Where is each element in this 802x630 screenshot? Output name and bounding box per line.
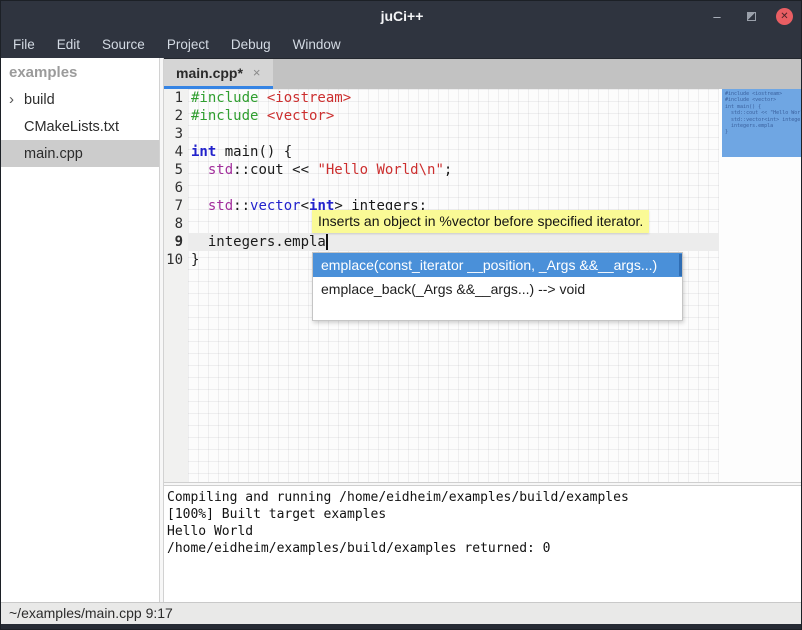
code-token: std bbox=[208, 198, 233, 214]
code-token: #include bbox=[191, 90, 267, 106]
output-line-3: /home/eidheim/examples/build/examples re… bbox=[167, 540, 802, 557]
close-button[interactable]: ✕ bbox=[776, 8, 793, 25]
window-buttons: – ✕ bbox=[708, 1, 793, 31]
code-text-area[interactable]: #include <iostream>#include <vector> int … bbox=[188, 89, 719, 482]
code-token: int bbox=[191, 144, 216, 160]
menu-file[interactable]: File bbox=[2, 31, 46, 58]
text-cursor bbox=[326, 234, 328, 250]
sidebar-item-cmakelists-txt[interactable]: CMakeLists.txt bbox=[1, 113, 159, 140]
tab-label: main.cpp* bbox=[176, 65, 243, 81]
code-token: vector bbox=[250, 198, 301, 214]
code-token: integers.empla bbox=[191, 234, 326, 250]
minimap-visible-region[interactable]: #include <iostream>#include <vector>int … bbox=[722, 89, 801, 157]
line-number-4: 4 bbox=[164, 143, 183, 161]
code-line-2: #include <vector> bbox=[188, 107, 719, 125]
tab-main-cpp[interactable]: main.cpp* × bbox=[164, 59, 273, 89]
code-token: <vector> bbox=[267, 108, 334, 124]
code-token: ::cout << bbox=[233, 162, 317, 178]
line-number-8: 8 bbox=[164, 215, 183, 233]
output-line-0: Compiling and running /home/eidheim/exam… bbox=[167, 489, 802, 506]
tab-close-icon[interactable]: × bbox=[253, 65, 261, 80]
code-line-3 bbox=[188, 125, 719, 143]
project-name-header: examples bbox=[1, 58, 159, 86]
code-token: <iostream> bbox=[267, 90, 351, 106]
source-minimap[interactable]: #include <iostream>#include <vector>int … bbox=[719, 89, 802, 482]
restore-icon bbox=[747, 12, 756, 21]
build-output-panel[interactable]: Compiling and running /home/eidheim/exam… bbox=[164, 486, 802, 602]
tab-bar: main.cpp* × bbox=[164, 58, 802, 89]
code-token: ; bbox=[444, 162, 452, 178]
file-tree-panel: examples ›build CMakeLists.txt main.cpp bbox=[1, 58, 159, 602]
code-editor[interactable]: 12345678910 #include <iostream>#include … bbox=[164, 89, 802, 482]
line-number-1: 1 bbox=[164, 89, 183, 107]
sidebar-item-main-cpp[interactable]: main.cpp bbox=[1, 140, 159, 167]
menu-source[interactable]: Source bbox=[91, 31, 156, 58]
code-token: std bbox=[208, 162, 233, 178]
autocomplete-item-1[interactable]: emplace_back(_Args &&__args...) --> void bbox=[313, 277, 682, 301]
line-number-3: 3 bbox=[164, 125, 183, 143]
code-token bbox=[191, 162, 208, 178]
code-line-5: std::cout << "Hello World\n"; bbox=[188, 161, 719, 179]
menu-window[interactable]: Window bbox=[282, 31, 352, 58]
title-bar[interactable]: juCi++ – ✕ bbox=[1, 1, 802, 31]
output-line-1: [100%] Built target examples bbox=[167, 506, 802, 523]
code-line-9: integers.empla bbox=[188, 233, 719, 251]
sidebar-item-build[interactable]: ›build bbox=[1, 86, 159, 113]
output-line-2: Hello World bbox=[167, 523, 802, 540]
tree-item-label: CMakeLists.txt bbox=[24, 119, 119, 135]
status-cursor-position: 9:17 bbox=[146, 605, 173, 621]
code-token: "Hello World\n" bbox=[317, 162, 443, 178]
code-token: main() { bbox=[216, 144, 292, 160]
window-title: juCi++ bbox=[1, 8, 802, 24]
minimize-button[interactable]: – bbox=[708, 7, 726, 25]
menu-edit[interactable]: Edit bbox=[46, 31, 91, 58]
status-bar: ~/examples/main.cpp 9:17 bbox=[1, 602, 802, 624]
line-number-5: 5 bbox=[164, 161, 183, 179]
line-number-2: 2 bbox=[164, 107, 183, 125]
line-number-10: 10 bbox=[164, 251, 183, 269]
tree-item-label: build bbox=[24, 92, 55, 108]
minimap-line-10: } bbox=[725, 129, 801, 135]
code-lines: #include <iostream>#include <vector> int … bbox=[188, 89, 719, 269]
tree-item-label: main.cpp bbox=[24, 146, 83, 162]
minimap-line-5: std::cout << "Hello World\n"; bbox=[725, 110, 801, 116]
menu-bar: FileEditSourceProjectDebugWindow bbox=[1, 31, 802, 58]
autocomplete-popup[interactable]: emplace(const_iterator __position, _Args… bbox=[312, 252, 683, 321]
doc-tooltip: Inserts an object in %vector before spec… bbox=[312, 210, 649, 233]
chevron-right-icon[interactable]: › bbox=[9, 93, 24, 107]
line-number-7: 7 bbox=[164, 197, 183, 215]
line-number-gutter: 12345678910 bbox=[164, 89, 188, 482]
code-line-6 bbox=[188, 179, 719, 197]
code-token: :: bbox=[233, 198, 250, 214]
status-file-path: ~/examples/main.cpp bbox=[9, 605, 142, 621]
code-line-1: #include <iostream> bbox=[188, 89, 719, 107]
line-number-6: 6 bbox=[164, 179, 183, 197]
autocomplete-item-0[interactable]: emplace(const_iterator __position, _Args… bbox=[313, 253, 682, 277]
code-token: #include bbox=[191, 108, 267, 124]
code-line-4: int main() { bbox=[188, 143, 719, 161]
restore-button[interactable] bbox=[742, 7, 760, 25]
menu-debug[interactable]: Debug bbox=[220, 31, 282, 58]
code-token: } bbox=[191, 252, 199, 268]
window-bottom-edge bbox=[1, 624, 802, 630]
code-token bbox=[191, 198, 208, 214]
menu-project[interactable]: Project bbox=[156, 31, 220, 58]
code-token: < bbox=[301, 198, 309, 214]
line-number-9: 9 bbox=[164, 233, 183, 251]
juci-window: juCi++ – ✕ FileEditSourceProjectDebugWin… bbox=[0, 0, 802, 630]
file-tree: ›build CMakeLists.txt main.cpp bbox=[1, 86, 159, 167]
